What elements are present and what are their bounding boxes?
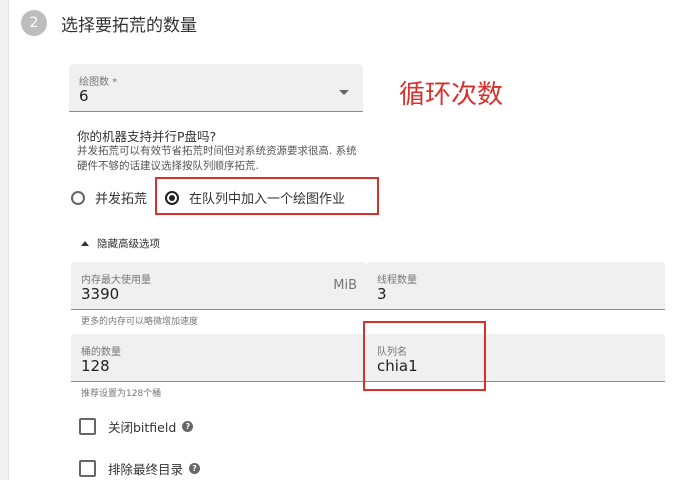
- radio-label: 在队列中加入一个绘图作业: [189, 192, 346, 207]
- memory-value: 3390: [81, 285, 120, 303]
- help-icon[interactable]: ?: [182, 421, 194, 432]
- checkbox-label: 排除最终目录: [108, 462, 184, 477]
- step-number-badge: 2: [21, 10, 47, 36]
- step-header: 2 选择要拓荒的数量: [21, 6, 197, 40]
- plot-count-label: 绘图数 *: [79, 77, 118, 88]
- plot-count-select[interactable]: 绘图数 * 6: [69, 64, 363, 112]
- memory-unit: MiB: [333, 278, 357, 293]
- buckets-label: 桶的数量: [81, 347, 121, 358]
- memory-input[interactable]: 内存最大使用量 3390 MiB: [71, 262, 367, 310]
- checkbox-exclude-final-dir[interactable]: 排除最终目录 ?: [79, 459, 201, 478]
- buckets-value: 128: [81, 357, 110, 375]
- parallel-question: 你的机器支持并行P盘吗?: [77, 129, 217, 144]
- chevron-up-icon: [81, 241, 89, 246]
- memory-label: 内存最大使用量: [81, 275, 151, 286]
- radio-option-queue[interactable]: 在队列中加入一个绘图作业: [165, 188, 345, 207]
- memory-helper: 更多的内存可以略微增加速度: [81, 317, 199, 327]
- step-title: 选择要拓荒的数量: [61, 15, 197, 36]
- radio-option-parallel[interactable]: 并发拓荒: [71, 188, 147, 207]
- help-icon[interactable]: ?: [189, 463, 201, 474]
- threads-value: 3: [377, 285, 387, 303]
- checkbox-label: 关闭bitfield: [108, 420, 177, 435]
- radio-button-checked[interactable]: [165, 190, 179, 205]
- annotation-loop-count: 循环次数: [399, 80, 504, 110]
- radio-button[interactable]: [71, 190, 85, 205]
- buckets-helper: 推荐设置为128个桶: [81, 389, 162, 399]
- radio-label: 并发拓荒: [95, 192, 148, 207]
- checkbox-disable-bitfield[interactable]: 关闭bitfield ?: [79, 417, 194, 436]
- chevron-down-icon[interactable]: [339, 90, 349, 95]
- plot-settings-card: 2 选择要拓荒的数量 绘图数 * 6 循环次数 你的机器支持并行P盘吗? 并发拓…: [8, 0, 700, 480]
- highlight-box: [363, 321, 486, 391]
- advanced-options-label: 隐藏高级选项: [97, 238, 160, 250]
- threads-label: 线程数量: [377, 275, 417, 286]
- threads-input[interactable]: 线程数量 3: [367, 262, 665, 310]
- checkbox[interactable]: [79, 460, 96, 477]
- buckets-input[interactable]: 桶的数量 128: [71, 334, 367, 382]
- plot-count-value: 6: [79, 87, 89, 105]
- checkbox[interactable]: [79, 418, 96, 435]
- advanced-options-toggle[interactable]: 隐藏高级选项: [81, 236, 160, 251]
- parallel-description: 并发拓荒可以有效节省拓荒时间但对系统资源要求很高. 系统硬件不够的话建议选择按队…: [77, 145, 357, 172]
